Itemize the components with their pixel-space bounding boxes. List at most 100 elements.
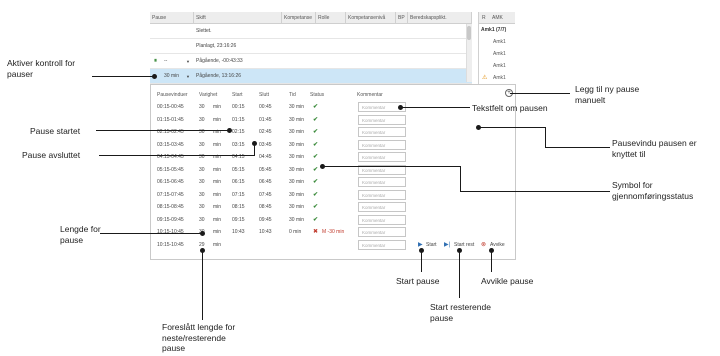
chevron-down-icon[interactable]: ▼: [186, 69, 190, 84]
duration-unit: min: [213, 141, 222, 148]
pause-window: 08:15-08:45: [157, 204, 184, 210]
list-item[interactable]: Amk1: [493, 75, 506, 81]
duration-unit: min: [213, 229, 222, 235]
connector-line: [92, 76, 154, 77]
table-row[interactable]: Slettet.: [150, 24, 472, 39]
pause-duration: 30: [199, 166, 205, 173]
connector-dot: [476, 125, 481, 130]
table-row[interactable]: ⏸ -- ▼ Pågående, -00:43:33: [150, 54, 472, 69]
pause-end-time: 03:45: [259, 141, 272, 148]
table-row-selected[interactable]: 30 min ▼ Pågående, 13:16:26: [150, 69, 472, 84]
pause-end-time: 06:45: [259, 179, 272, 185]
col-rolle[interactable]: Rolle: [316, 12, 346, 24]
scrollbar-thumb[interactable]: [467, 26, 471, 40]
col-amk[interactable]: AMK: [492, 15, 503, 21]
pause-end-time: 02:45: [259, 129, 272, 135]
pause-duration: 30: [199, 141, 205, 148]
connector-line: [100, 233, 202, 234]
table-row[interactable]: Planlagt, 23:16:26: [150, 39, 472, 54]
col-tid: Tid: [289, 92, 296, 98]
check-icon: ✔: [313, 204, 319, 210]
pause-elapsed: 30 min: [289, 191, 305, 198]
pause-start-time: 09:15: [232, 216, 245, 223]
pause-elapsed: 30 min: [289, 216, 305, 223]
pause-window: 06:15-06:45: [157, 179, 184, 185]
pause-duration: 29: [199, 241, 205, 248]
col-kompetanse[interactable]: Kompetanse: [282, 12, 316, 24]
comment-input[interactable]: Kommentar: [358, 127, 406, 137]
pause-control-icon[interactable]: ⏸: [154, 54, 157, 69]
connector-dot: [200, 248, 205, 253]
label-pause-avsluttet: Pause avsluttet: [22, 150, 81, 160]
list-item[interactable]: Amk1: [493, 63, 506, 69]
duration-unit: min: [213, 179, 222, 185]
connector-line: [322, 166, 460, 167]
pause-start-time: 01:15: [232, 116, 245, 123]
comment-input[interactable]: Kommentar: [358, 177, 406, 187]
list-item[interactable]: Amk1: [493, 39, 506, 45]
list-item[interactable]: Amk1: [493, 51, 506, 57]
col-pause[interactable]: Pause: [150, 12, 194, 24]
comment-input[interactable]: Kommentar: [358, 152, 406, 162]
play-rest-icon[interactable]: ▶|: [444, 241, 450, 248]
start-button[interactable]: Start: [426, 242, 437, 248]
connector-dot: [320, 164, 325, 169]
deviate-button[interactable]: Avvike: [490, 242, 505, 248]
col-beredskapsplikt[interactable]: Beredskapsplikt.: [408, 12, 472, 24]
comment-input[interactable]: Kommentar: [358, 239, 406, 250]
pause-duration-select[interactable]: --: [164, 54, 167, 69]
label-tekstfelt: Tekstfelt om pausen: [472, 103, 548, 113]
pause-end-time: 07:45: [259, 191, 272, 198]
duration-unit: min: [213, 216, 222, 223]
label-aktiver-kontroll: Aktiver kontroll for pauser: [7, 58, 75, 79]
start-rest-button[interactable]: Start rest: [454, 242, 474, 248]
row-status-text: Slettet.: [196, 28, 212, 34]
col-r[interactable]: R: [482, 15, 486, 21]
row-status-text: Planlagt, 23:16:26: [196, 43, 237, 49]
comment-input[interactable]: Kommentar: [358, 189, 406, 200]
col-kommentar: Kommentar: [357, 92, 383, 98]
duration-unit: min: [213, 204, 222, 210]
pause-elapsed: 30 min: [289, 129, 305, 135]
warning-icon: ⚠: [482, 75, 488, 81]
pause-window: 07:15-07:45: [157, 191, 184, 198]
comment-input[interactable]: Kommentar: [358, 114, 406, 125]
cancel-icon[interactable]: ⊗: [481, 241, 486, 248]
duration-unit: min: [213, 104, 222, 110]
col-skift[interactable]: Skift: [194, 12, 282, 24]
duration-unit: min: [213, 191, 222, 198]
connector-line: [400, 107, 470, 108]
duration-unit: min: [213, 116, 222, 123]
pause-end-time: 10:43: [259, 229, 272, 235]
comment-input[interactable]: Kommentar: [358, 202, 406, 212]
label-start-pause: Start pause: [396, 276, 440, 286]
pause-duration: 30: [199, 204, 205, 210]
check-icon: ✔: [313, 141, 319, 148]
deviation-icon: ✖: [313, 229, 319, 235]
deviation-text: M -30 min: [322, 229, 345, 235]
group-header[interactable]: Amk1 (7/7): [481, 27, 506, 33]
connector-dot: [227, 128, 232, 133]
comment-input[interactable]: Kommentar: [358, 214, 406, 225]
pause-elapsed: 0 min: [289, 229, 302, 235]
connector-line: [99, 155, 254, 156]
pause-elapsed: 30 min: [289, 116, 305, 123]
pause-duration-select[interactable]: 30 min: [164, 69, 179, 84]
label-pause-startet: Pause startet: [30, 126, 81, 136]
col-slutt: Slutt: [259, 92, 270, 98]
col-bp[interactable]: BP: [396, 12, 408, 24]
check-icon: ✔: [313, 179, 319, 185]
connector-line: [202, 250, 203, 320]
annotation-text: Aktiver kontroll for pauser: [7, 58, 76, 79]
pause-elapsed: 30 min: [289, 179, 305, 185]
connector-dot: [152, 74, 157, 79]
col-kompetanseniva[interactable]: Kompetansenivå: [346, 12, 396, 24]
pause-end-time: 04:45: [259, 154, 272, 160]
chevron-down-icon[interactable]: ▼: [186, 54, 190, 69]
check-icon: ✔: [313, 129, 319, 135]
comment-input[interactable]: Kommentar: [358, 139, 406, 150]
col-varighet: Varighet: [199, 92, 218, 98]
connector-dot: [200, 231, 205, 236]
play-icon[interactable]: ▶: [418, 241, 423, 248]
comment-input[interactable]: Kommentar: [358, 227, 406, 237]
